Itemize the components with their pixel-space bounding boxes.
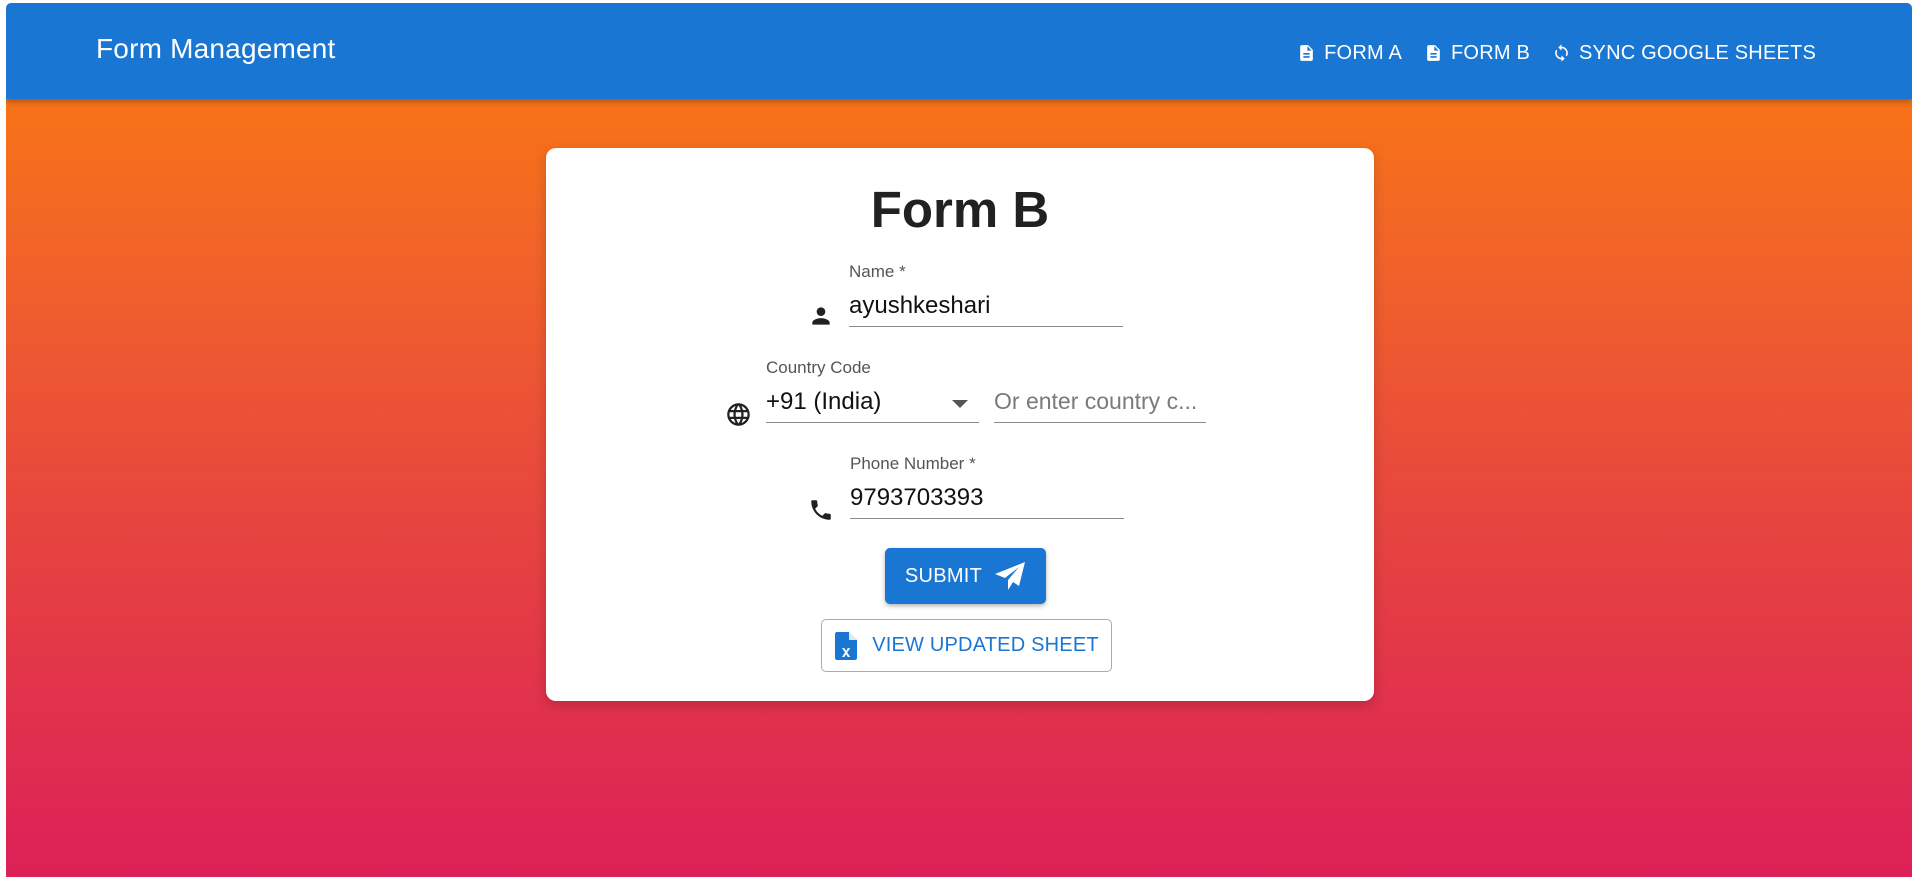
form-card: Form B Name * ayushkeshari Country Code … bbox=[546, 148, 1374, 701]
chevron-down-icon[interactable] bbox=[952, 400, 968, 408]
top-nav: FORM A FORM B SYNC GOOGLE SHEETS bbox=[1297, 33, 1816, 73]
app-bar: Form Management FORM A FORM B SYNC GOOGL… bbox=[6, 3, 1912, 99]
sync-icon bbox=[1555, 44, 1568, 62]
name-field[interactable]: Name * ayushkeshari bbox=[849, 262, 1123, 328]
submit-button[interactable]: SUBMIT bbox=[885, 548, 1046, 604]
name-label: Name * bbox=[849, 262, 906, 281]
send-icon bbox=[995, 562, 1026, 590]
phone-icon bbox=[811, 500, 831, 520]
nav-sync-label: SYNC GOOGLE SHEETS bbox=[1579, 41, 1816, 64]
custom-country-code-underline bbox=[994, 422, 1206, 423]
app-frame: Form Management FORM A FORM B SYNC GOOGL… bbox=[6, 3, 1912, 877]
globe-icon bbox=[727, 403, 750, 426]
custom-country-code-input[interactable]: Or enter country c... bbox=[994, 358, 1206, 424]
nav-sync-google-sheets[interactable]: SYNC GOOGLE SHEETS bbox=[1552, 42, 1816, 65]
app-title: Form Management bbox=[96, 33, 336, 64]
view-sheet-label: VIEW UPDATED SHEET bbox=[872, 634, 1099, 656]
custom-country-code-placeholder: Or enter country c... bbox=[994, 388, 1198, 414]
name-input[interactable]: ayushkeshari bbox=[849, 292, 990, 320]
submit-label: SUBMIT bbox=[904, 564, 983, 587]
phone-number-input[interactable]: 9793703393 bbox=[850, 484, 983, 512]
nav-form-a-label: FORM A bbox=[1324, 41, 1403, 64]
nav-form-b-label: FORM B bbox=[1451, 41, 1530, 64]
nav-form-b[interactable]: FORM B bbox=[1424, 42, 1530, 65]
phone-number-field[interactable]: Phone Number * 9793703393 bbox=[850, 454, 1124, 520]
form-title: Form B bbox=[870, 181, 1050, 238]
phone-number-underline bbox=[850, 518, 1124, 519]
country-code-label: Country Code bbox=[766, 358, 871, 377]
person-icon bbox=[812, 307, 830, 325]
country-code-underline bbox=[766, 422, 979, 423]
spreadsheet-icon bbox=[835, 631, 858, 660]
document-icon bbox=[1300, 45, 1313, 61]
country-code-select[interactable]: Country Code +91 (India) bbox=[766, 358, 979, 424]
name-underline bbox=[849, 326, 1123, 327]
view-updated-sheet-button[interactable]: VIEW UPDATED SHEET bbox=[821, 619, 1112, 672]
phone-number-label: Phone Number * bbox=[850, 454, 976, 473]
country-code-value: +91 (India) bbox=[766, 388, 882, 415]
document-icon bbox=[1427, 45, 1440, 61]
nav-form-a[interactable]: FORM A bbox=[1297, 42, 1402, 65]
